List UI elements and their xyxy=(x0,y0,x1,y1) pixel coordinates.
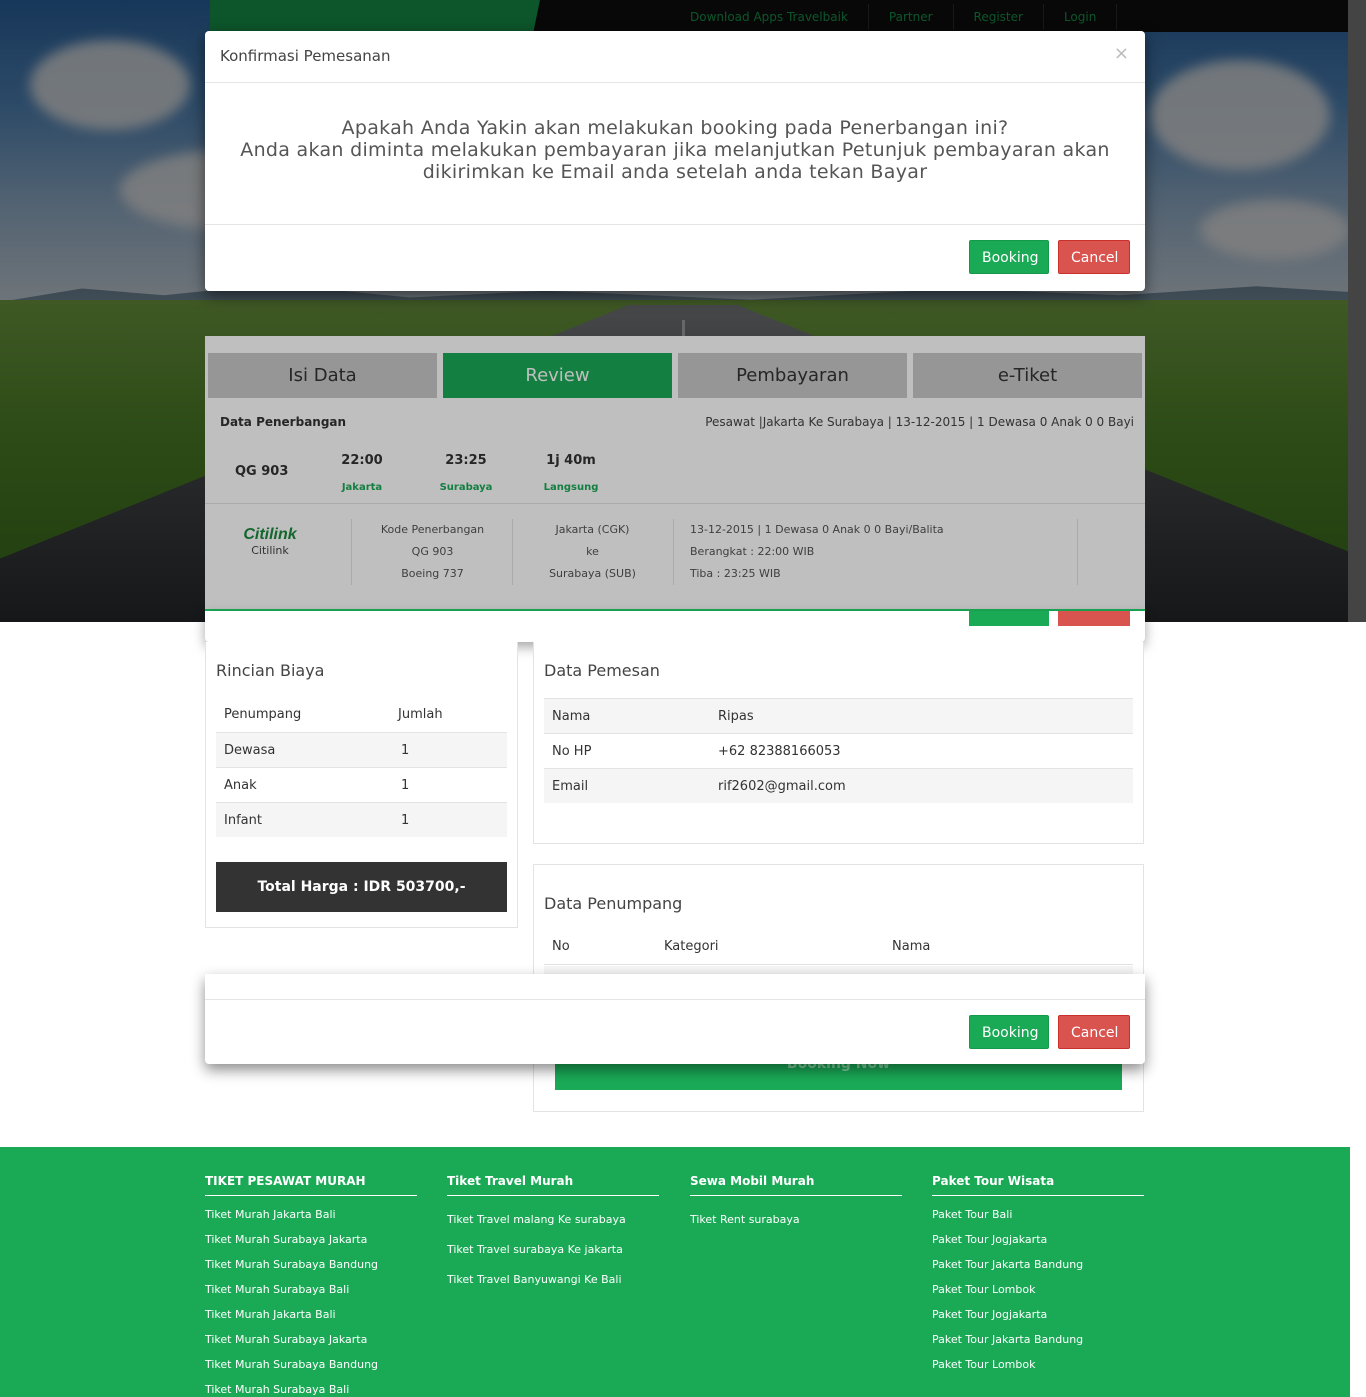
footer-link[interactable]: Tiket Travel malang Ke surabaya xyxy=(447,1213,659,1226)
footer-link[interactable]: Paket Tour Bali xyxy=(932,1208,1144,1221)
booking-button[interactable]: Booking xyxy=(969,1015,1049,1049)
footer-link[interactable]: Tiket Murah Jakarta Bali xyxy=(205,1208,417,1221)
modal-footer: Booking Cancel xyxy=(205,225,1145,291)
row-label: Nama xyxy=(552,709,591,724)
confirm-modal-footer: Booking Cancel xyxy=(205,974,1145,1064)
footer-link[interactable]: Tiket Murah Surabaya Bandung xyxy=(205,1258,417,1271)
modal-message-line1: Apakah Anda Yakin akan melakukan booking… xyxy=(341,117,1009,139)
footer-link[interactable]: Tiket Murah Surabaya Jakarta xyxy=(205,1233,417,1246)
footer-link[interactable]: Tiket Travel Banyuwangi Ke Bali xyxy=(447,1273,659,1286)
rincian-biaya-panel: Rincian Biaya Penumpang Jumlah Dewasa 1 … xyxy=(205,642,518,928)
pemesan-title: Data Pemesan xyxy=(544,661,660,680)
backdrop-shade xyxy=(205,336,1145,609)
footer-link[interactable]: Tiket Murah Surabaya Bali xyxy=(205,1383,417,1396)
footer-col-title: TIKET PESAWAT MURAH xyxy=(205,1174,417,1196)
row-label: No HP xyxy=(552,744,592,759)
modal-header: Konfirmasi Pemesanan × xyxy=(205,31,1145,83)
col-penumpang: Penumpang xyxy=(224,707,302,722)
penumpang-header-row: No Kategori Nama xyxy=(544,929,1133,965)
footer-link[interactable]: Tiket Rent surabaya xyxy=(690,1213,902,1226)
row-value: 1 xyxy=(401,813,410,828)
footer-link[interactable]: Paket Tour Jakarta Bandung xyxy=(932,1333,1144,1346)
data-penumpang-panel: Data Penumpang No Kategori Nama xyxy=(533,864,1144,975)
booking-now-label: Booking Now xyxy=(786,1064,891,1072)
booking-button[interactable]: Booking xyxy=(969,240,1049,274)
row-label: Anak xyxy=(224,778,257,793)
col-jumlah: Jumlah xyxy=(398,707,443,722)
table-row: Infant 1 xyxy=(216,802,507,837)
row-label: Email xyxy=(552,779,589,794)
footer-link[interactable]: Tiket Murah Surabaya Bali xyxy=(205,1283,417,1296)
footer-col-tiket-travel: Tiket Travel Murah Tiket Travel malang K… xyxy=(447,1174,659,1286)
modal-title: Konfirmasi Pemesanan xyxy=(220,47,391,65)
footer-link[interactable]: Paket Tour Lombok xyxy=(932,1358,1144,1371)
footer-link[interactable]: Paket Tour Jakarta Bandung xyxy=(932,1258,1144,1271)
rincian-header-row: Penumpang Jumlah xyxy=(216,697,507,732)
footer-col-title: Paket Tour Wisata xyxy=(932,1174,1144,1196)
footer-col-title: Tiket Travel Murah xyxy=(447,1174,659,1196)
col-nama: Nama xyxy=(892,939,931,954)
table-row: No HP +62 82388166053 xyxy=(544,733,1133,768)
cancel-button[interactable]: Cancel xyxy=(1058,240,1130,274)
footer-link[interactable]: Paket Tour Lombok xyxy=(932,1283,1144,1296)
table-row: Email rif2602@gmail.com xyxy=(544,768,1133,803)
col-no: No xyxy=(552,939,570,954)
table-row: Anak 1 xyxy=(216,767,507,802)
table-row: Dewasa 1 xyxy=(216,732,507,767)
confirm-modal: Konfirmasi Pemesanan × Apakah Anda Yakin… xyxy=(205,31,1145,291)
row-value: +62 82388166053 xyxy=(718,744,841,759)
site-footer: TIKET PESAWAT MURAH Tiket Murah Jakarta … xyxy=(0,1147,1350,1397)
row-value: rif2602@gmail.com xyxy=(718,779,846,794)
review-card: Isi Data Review Pembayaran e-Tiket Data … xyxy=(205,336,1145,611)
ghost-booking-button xyxy=(969,611,1049,626)
footer-link[interactable]: Tiket Travel surabaya Ke jakarta xyxy=(447,1243,659,1256)
data-pemesan-panel: Data Pemesan Nama Ripas No HP +62 823881… xyxy=(533,642,1144,844)
close-icon[interactable]: × xyxy=(1114,43,1129,64)
footer-col-paket-tour: Paket Tour Wisata Paket Tour Bali Paket … xyxy=(932,1174,1144,1371)
table-row: Nama Ripas xyxy=(544,698,1133,733)
modal-message-line2: Anda akan diminta melakukan pembayaran j… xyxy=(240,139,1110,183)
penumpang-title: Data Penumpang xyxy=(544,894,683,913)
row-label: Infant xyxy=(224,813,262,828)
row-label: Dewasa xyxy=(224,743,276,758)
footer-link[interactable]: Tiket Murah Surabaya Bandung xyxy=(205,1358,417,1371)
total-price: Total Harga : IDR 503700,- xyxy=(216,862,507,912)
divider xyxy=(205,999,1145,1000)
footer-col-title: Sewa Mobil Murah xyxy=(690,1174,902,1196)
footer-link[interactable]: Tiket Murah Jakarta Bali xyxy=(205,1308,417,1321)
footer-col-sewa-mobil: Sewa Mobil Murah Tiket Rent surabaya xyxy=(690,1174,902,1226)
rincian-title: Rincian Biaya xyxy=(216,661,325,680)
booking-now-button[interactable]: Booking Now xyxy=(555,1064,1122,1090)
row-value: Ripas xyxy=(718,709,754,724)
col-kategori: Kategori xyxy=(664,939,719,954)
footer-link[interactable]: Paket Tour Jogjakarta xyxy=(932,1233,1144,1246)
footer-col-tiket-pesawat: TIKET PESAWAT MURAH Tiket Murah Jakarta … xyxy=(205,1174,417,1396)
cancel-button[interactable]: Cancel xyxy=(1058,1015,1130,1049)
modal-shadow-strip xyxy=(205,611,1145,642)
footer-link[interactable]: Tiket Murah Surabaya Jakarta xyxy=(205,1333,417,1346)
row-value: 1 xyxy=(401,778,410,793)
ghost-cancel-button xyxy=(1058,611,1130,626)
row-value: 1 xyxy=(401,743,410,758)
modal-body: Apakah Anda Yakin akan melakukan booking… xyxy=(205,83,1145,225)
footer-link[interactable]: Paket Tour Jogjakarta xyxy=(932,1308,1144,1321)
